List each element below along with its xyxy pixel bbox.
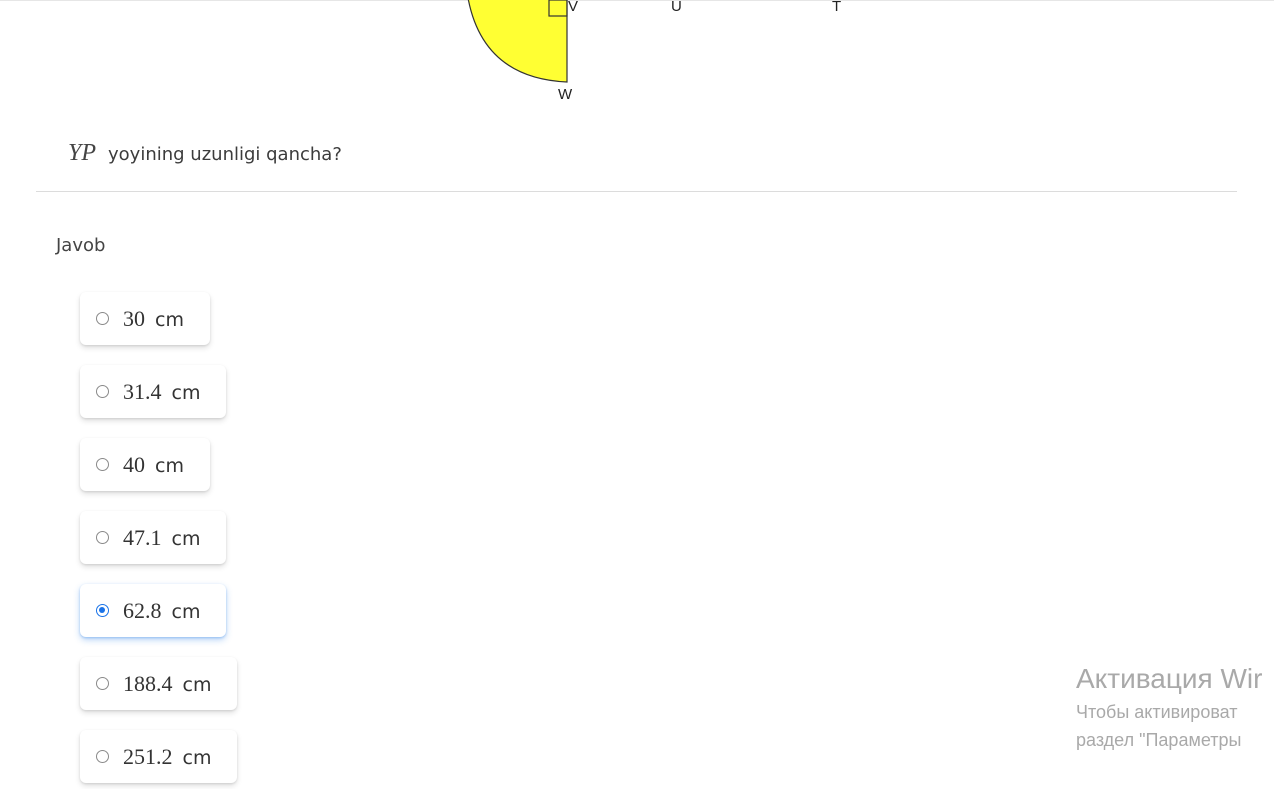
option-value: 31.4 xyxy=(123,378,162,404)
watermark-line-1: Чтобы активироват xyxy=(1076,702,1238,722)
option-value: 47.1 xyxy=(123,524,162,550)
point-label-w: W xyxy=(558,86,573,103)
radio-button[interactable] xyxy=(96,385,109,398)
point-label-u: U xyxy=(671,0,682,15)
answer-option-6[interactable]: 188.4 cm xyxy=(80,657,238,710)
option-value: 30 xyxy=(123,305,145,331)
option-value: 188.4 xyxy=(123,670,173,696)
point-label-partial: X xyxy=(455,0,465,4)
option-value: 62.8 xyxy=(123,597,162,623)
answer-option-1[interactable]: 30 cm xyxy=(80,292,210,345)
answer-option-5[interactable]: 62.8 cm xyxy=(80,584,227,637)
option-unit: cm xyxy=(171,527,201,550)
answer-option-7[interactable]: 251.2 cm xyxy=(80,730,238,783)
option-unit: cm xyxy=(171,381,201,404)
radio-button[interactable] xyxy=(96,458,109,471)
answer-label: Javob xyxy=(56,235,106,256)
question-math: YP xyxy=(68,140,97,166)
geometry-diagram: X V U T W xyxy=(440,0,880,110)
option-unit: cm xyxy=(182,673,212,696)
radio-button[interactable] xyxy=(96,750,109,763)
option-unit: cm xyxy=(155,308,184,331)
answer-option-2[interactable]: 31.4 cm xyxy=(80,365,227,418)
radio-button-selected[interactable] xyxy=(96,604,109,617)
option-unit: cm xyxy=(182,746,212,769)
diagram-svg xyxy=(467,0,568,83)
radio-button[interactable] xyxy=(96,531,109,544)
option-value: 251.2 xyxy=(123,743,173,769)
answer-option-4[interactable]: 47.1 cm xyxy=(80,511,227,564)
radio-button[interactable] xyxy=(96,312,109,325)
watermark-line-2: раздел "Параметры xyxy=(1076,730,1242,750)
option-value: 40 xyxy=(123,451,145,477)
question-divider xyxy=(36,191,1237,192)
answer-option-3[interactable]: 40 cm xyxy=(80,438,210,491)
question-text: yoyining uzunligi qancha? xyxy=(108,144,342,165)
option-unit: cm xyxy=(155,454,184,477)
quarter-circle-sector xyxy=(467,0,568,83)
radio-button[interactable] xyxy=(96,677,109,690)
option-unit: cm xyxy=(171,600,201,623)
windows-activation-watermark: Активация Wir Чтобы активироват раздел "… xyxy=(1076,660,1274,754)
point-label-t: T xyxy=(832,0,842,15)
watermark-title: Активация Wir xyxy=(1076,663,1263,694)
point-label-v: V xyxy=(568,0,579,15)
question-prompt: YP yoyining uzunligi qancha? xyxy=(68,140,342,167)
